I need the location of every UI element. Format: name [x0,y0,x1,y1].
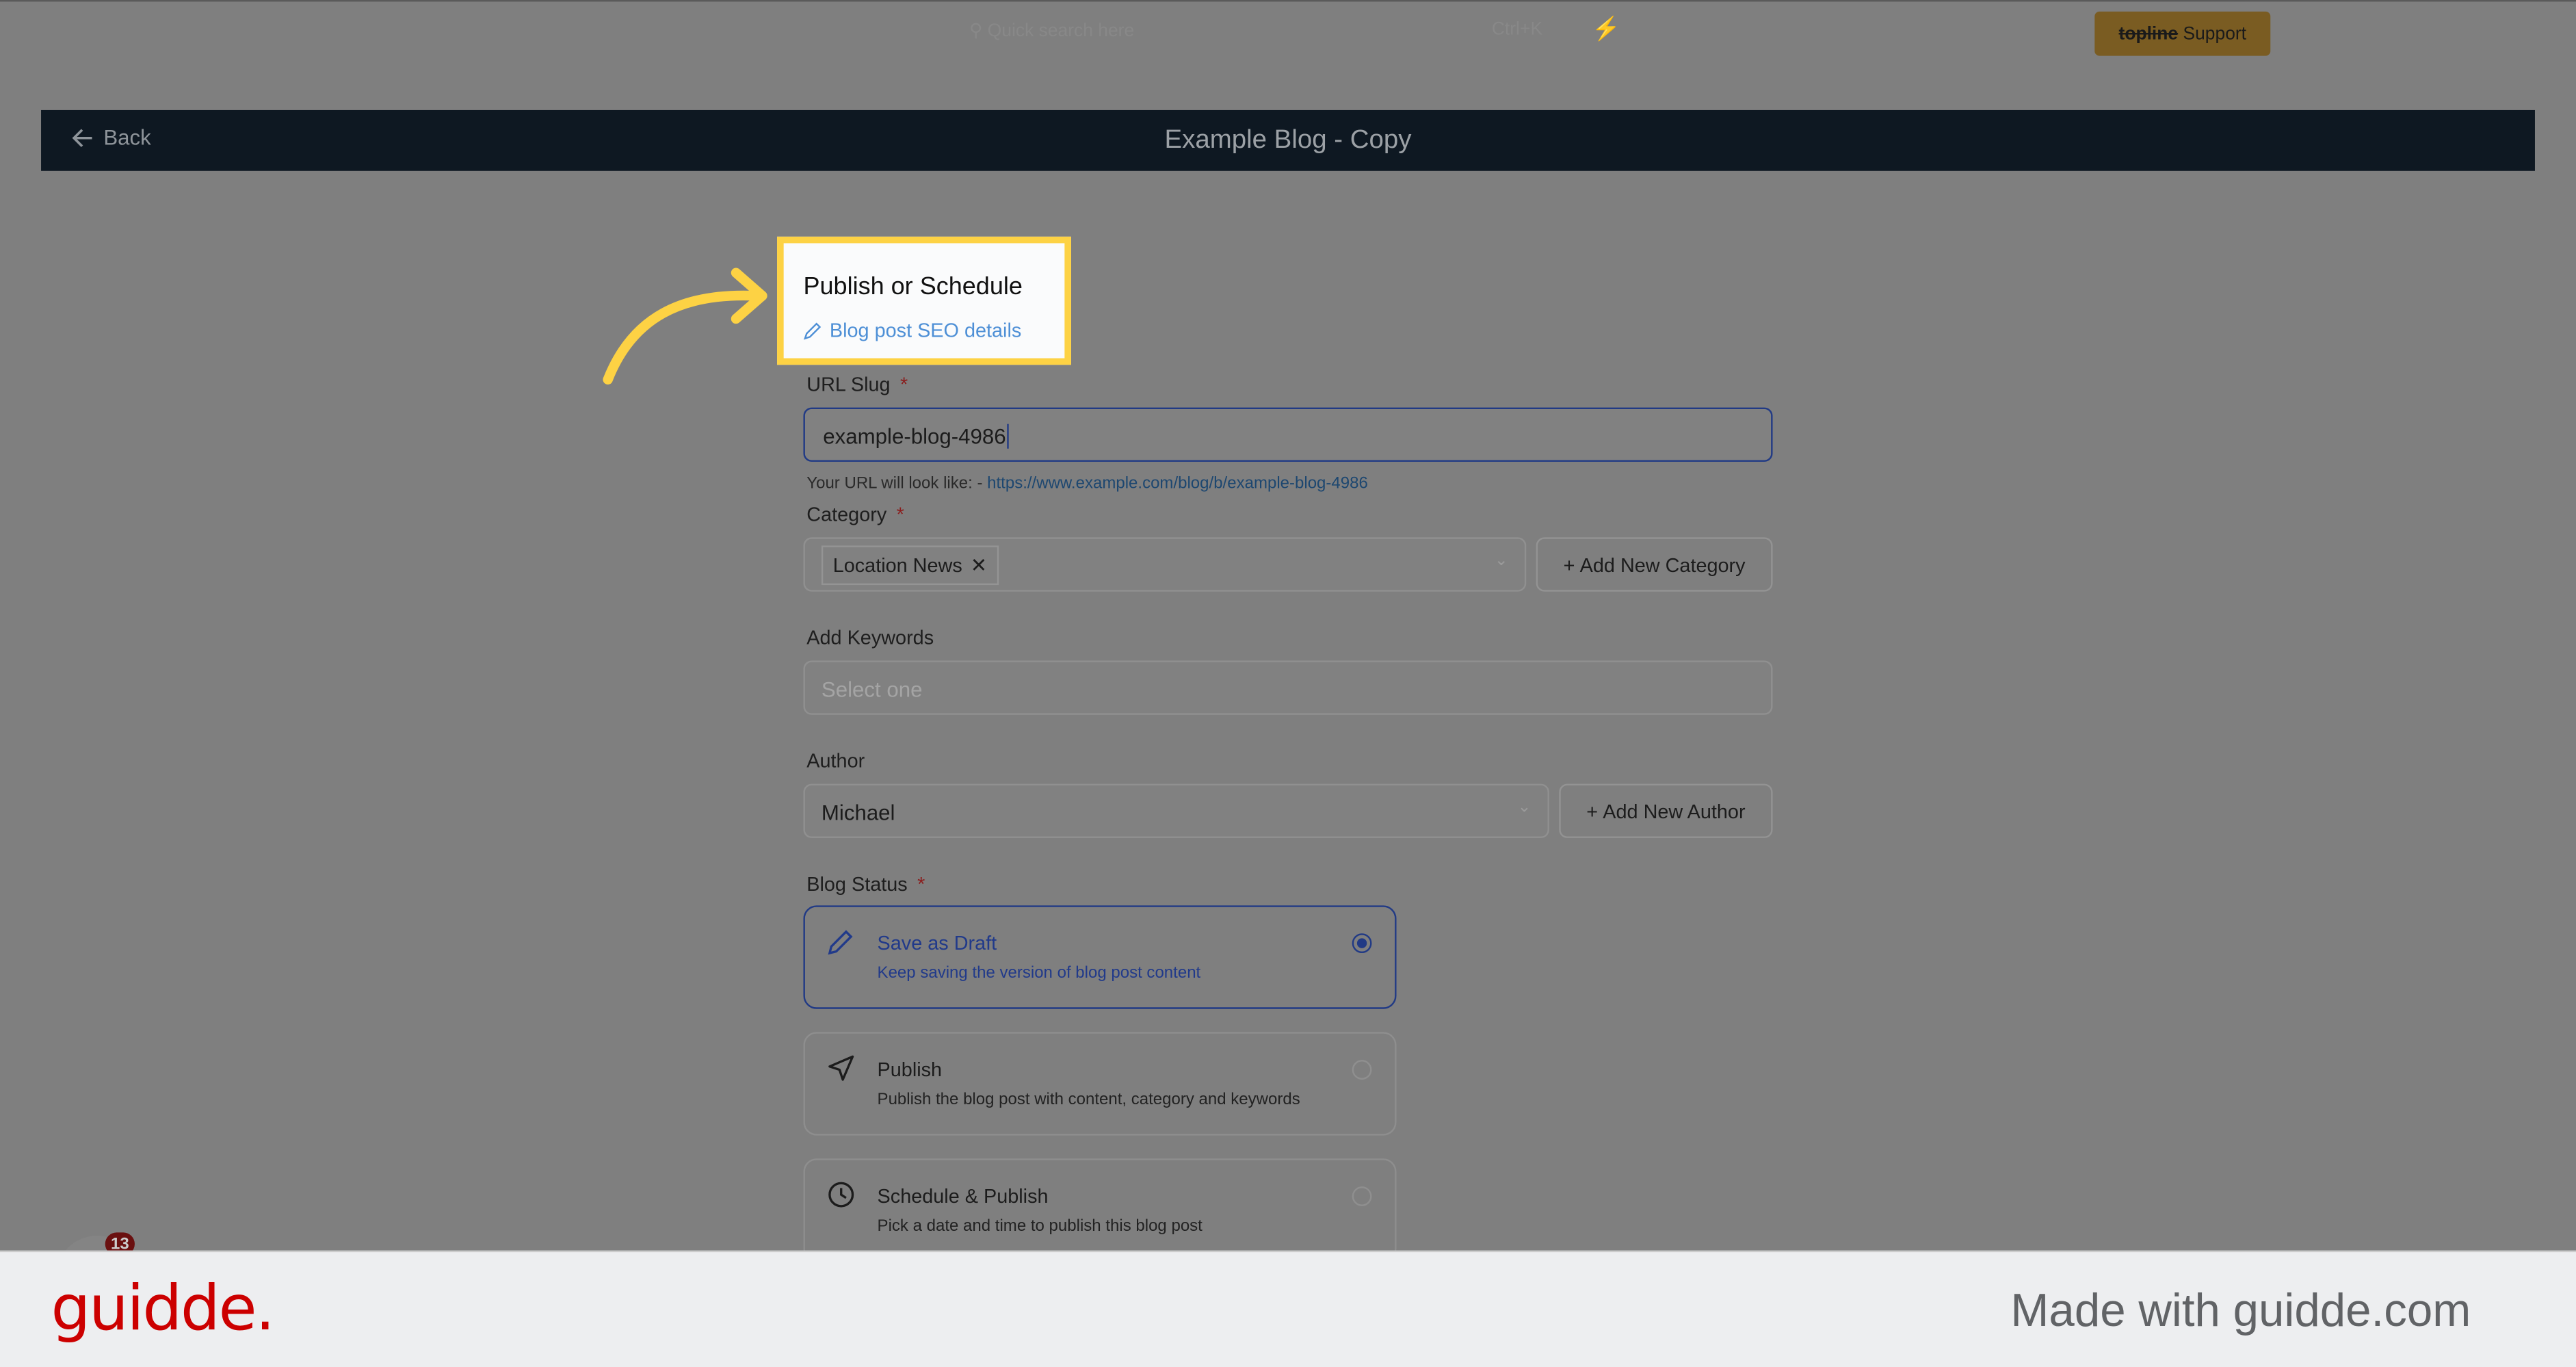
support-brand: topline [2118,23,2179,44]
page-title: Example Blog - Copy [1164,126,1412,155]
pencil-icon [803,322,822,340]
support-label: Support [2183,23,2247,44]
add-author-button[interactable]: + Add New Author [1559,783,1773,838]
close-icon[interactable]: ✕ [971,554,987,577]
seo-link-label: Blog post SEO details [829,318,1022,342]
slug-value: example-blog-4986 [823,424,1006,449]
clock-icon [828,1182,854,1208]
guidde-logo: guidde. [51,1271,275,1344]
chevron-down-icon: ⌄ [1494,552,1508,571]
option-desc: Keep saving the version of blog post con… [877,964,1201,983]
option-title: Schedule & Publish [877,1184,1049,1208]
section-title: Publish or Schedule [803,272,1023,301]
editor-header: Back Example Blog - Copy [41,109,2535,171]
radio-unselected[interactable] [1352,1186,1372,1206]
pencil-icon [828,930,853,955]
chevron-down-icon: ⌄ [1517,798,1532,817]
add-category-button[interactable]: + Add New Category [1536,537,1773,592]
option-title: Save as Draft [877,931,997,955]
category-chip: Location News ✕ [821,545,999,586]
quick-search[interactable]: ⚲ Quick search here [969,20,1134,41]
status-label: Blog Status * [806,872,925,896]
keywords-input[interactable]: Select one [803,660,1773,715]
author-select[interactable]: Michael ⌄ [803,783,1549,838]
highlight-box: Publish or Schedule Blog post SEO detail… [777,236,1071,365]
status-option-publish[interactable]: Publish Publish the blog post with conte… [803,1032,1397,1136]
divider [0,0,2576,2]
radio-unselected[interactable] [1352,1060,1372,1080]
option-desc: Pick a date and time to publish this blo… [877,1217,1202,1236]
url-preview: Your URL will look like: - https://www.e… [806,475,1368,493]
shortcut-hint: Ctrl+K [1491,19,1542,40]
option-title: Publish [877,1058,943,1082]
page: ⚲ Quick search here Ctrl+K ⚡ topline Sup… [0,0,2576,1367]
support-button[interactable]: topline Support [2094,11,2271,56]
arrow-annotation-icon [603,268,767,385]
plus-icon: + [1563,553,1575,576]
author-label: Author [806,749,865,772]
category-select[interactable]: Location News ✕ ⌄ [803,537,1527,592]
status-option-schedule[interactable]: Schedule & Publish Pick a date and time … [803,1158,1397,1262]
url-preview-link[interactable]: https://www.example.com/blog/b/example-b… [987,475,1368,493]
search-placeholder: Quick search here [987,21,1135,42]
author-value: Michael [821,800,895,825]
send-icon [828,1055,854,1081]
radio-selected[interactable] [1352,933,1372,954]
plus-icon: + [1586,799,1599,823]
slug-label: URL Slug * [806,373,908,396]
category-label: Category * [806,502,904,526]
status-option-draft[interactable]: Save as Draft Keep saving the version of… [803,905,1397,1009]
keywords-label: Add Keywords [806,626,934,649]
footer-banner: guidde. Made with guidde.com [0,1250,2576,1367]
made-with-text: Made with guidde.com [2010,1285,2471,1336]
lightning-icon[interactable]: ⚡ [1592,15,1620,43]
seo-details-link[interactable]: Blog post SEO details [803,319,1021,342]
url-slug-input[interactable]: example-blog-4986 [803,407,1773,462]
option-desc: Publish the blog post with content, cate… [877,1091,1300,1110]
